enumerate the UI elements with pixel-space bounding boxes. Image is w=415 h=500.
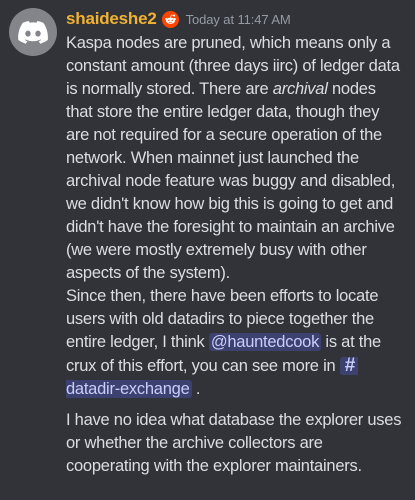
message-content: shaideshe2 Today at 11:47 AM Kaspa nodes… [66,6,406,478]
message-paragraph-1: Kaspa nodes are pruned, which means only… [66,32,406,285]
message-body: Kaspa nodes are pruned, which means only… [66,32,406,478]
message-text-italic: archival [272,80,328,98]
message-timestamp[interactable]: Today at 11:47 AM [186,12,291,27]
message-header: shaideshe2 Today at 11:47 AM [66,6,406,32]
user-mention[interactable]: @hauntedcook [208,333,322,351]
message-avatar[interactable] [9,8,57,56]
message-text: nodes that store the entire ledger data,… [66,80,396,282]
reddit-alien-icon [161,10,179,28]
author-username[interactable]: shaideshe2 [66,9,157,29]
message-paragraph-2: Since then, there have been efforts to l… [66,285,406,401]
discord-logo-icon [18,20,48,44]
channel-hash-icon: # [344,355,356,376]
message-text: . [191,380,201,398]
message-paragraph-3: I have no idea what database the explore… [66,411,402,475]
channel-name: datadir-exchange [66,380,190,398]
